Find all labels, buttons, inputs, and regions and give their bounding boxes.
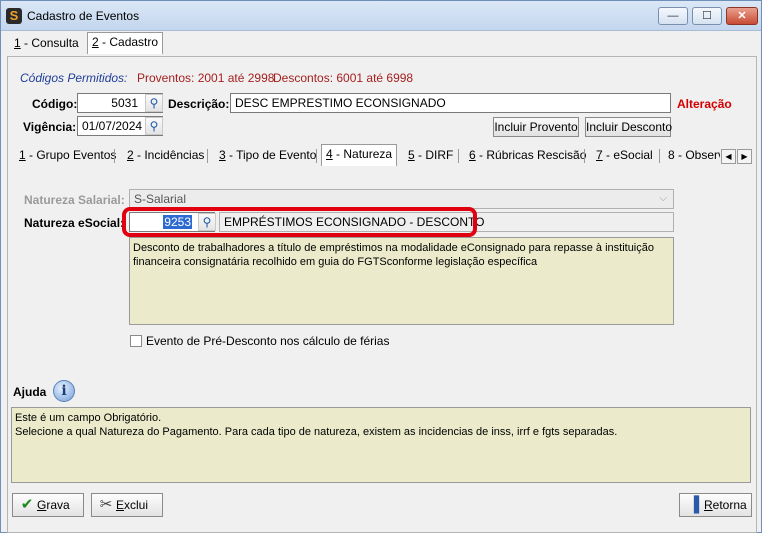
app-logo-icon: S — [6, 8, 22, 24]
exclui-label: xclui — [124, 498, 149, 512]
tabs-scroll-left-icon[interactable]: ◀ — [721, 149, 736, 164]
info-icon: i — [53, 380, 75, 402]
grava-key: G — [37, 498, 47, 512]
codigo-label: Código: — [32, 97, 78, 111]
tab-consulta[interactable]: 1 - Consulta — [10, 34, 83, 54]
retorna-key: R — [704, 498, 713, 512]
grava-label: rava — [46, 498, 70, 512]
annotation-highlight — [122, 207, 477, 237]
cadastro-eventos-window: S Cadastro de Eventos — ☐ ✕ 1 - Consulta… — [0, 0, 762, 533]
exit-door-icon: ▐ — [688, 496, 700, 513]
natureza-esocial-details: Desconto de trabalhadores a título de em… — [129, 237, 674, 325]
tab-grupo-eventos-label: - Grupo Eventos — [25, 148, 117, 162]
tab-cadastro-key: 2 — [92, 35, 99, 49]
tab-dirf[interactable]: 5 - DIRF — [404, 146, 457, 166]
tab-natureza-key: 4 — [326, 147, 333, 161]
tab-separator — [659, 149, 660, 163]
delete-icon: ✂ — [99, 496, 113, 513]
exclui-key: E — [116, 498, 125, 512]
tab-rubricas-rescisao-label: - Rúbricas Rescisão — [475, 148, 587, 162]
minimize-button[interactable]: — — [658, 7, 688, 25]
tab-separator — [316, 149, 317, 163]
exclui-button[interactable]: ✂ Exclui — [91, 493, 163, 517]
chevron-down-icon: ⌵ — [659, 193, 667, 204]
retorna-label: etorna — [712, 498, 747, 512]
tab-consulta-label: - Consulta — [20, 36, 79, 50]
tab-incidencias-label: - Incidências — [133, 148, 205, 162]
tab-rubricas-rescisao-key: 6 — [469, 148, 476, 162]
tab-observacoes-key: 8 — [668, 148, 675, 162]
ajuda-label: Ajuda — [13, 385, 47, 399]
pre-desconto-checkbox[interactable] — [130, 335, 142, 347]
incluir-provento-button[interactable]: Incluir Provento — [493, 117, 579, 137]
tab-dirf-label: - DIRF — [414, 148, 454, 162]
tab-observacoes[interactable]: 8 - Observa — [664, 146, 720, 166]
window-title: Cadastro de Eventos — [27, 9, 140, 23]
tab-esocial[interactable]: 7 - eSocial — [592, 146, 657, 166]
tab-separator — [584, 149, 585, 163]
descricao-field[interactable]: DESC EMPRESTIMO ECONSIGNADO — [230, 93, 671, 113]
tab-dirf-key: 5 — [408, 148, 415, 162]
tab-separator — [114, 149, 115, 163]
ajuda-text: Este é um campo Obrigatório. Selecione a… — [11, 407, 751, 483]
close-button[interactable]: ✕ — [726, 7, 758, 25]
tabs-scroll-right-icon[interactable]: ▶ — [737, 149, 752, 164]
tab-esocial-label: - eSocial — [602, 148, 653, 162]
title-bar[interactable]: S Cadastro de Eventos — ☐ ✕ — [1, 1, 761, 31]
tab-tipo-evento-key: 3 — [219, 148, 226, 162]
codigo-lookup-icon[interactable]: ⚲ — [145, 94, 163, 112]
tab-tipo-evento[interactable]: 3 - Tipo de Evento — [215, 146, 320, 166]
natureza-salarial-select: S-Salarial ⌵ — [129, 189, 674, 209]
tab-cadastro[interactable]: 2 - Cadastro — [87, 32, 164, 54]
incluir-desconto-button[interactable]: Incluir Desconto — [585, 117, 672, 137]
mode-status: Alteração — [677, 97, 732, 111]
tab-separator — [458, 149, 459, 163]
tab-cadastro-label: - Cadastro — [98, 35, 159, 49]
tab-incidencias[interactable]: 2 - Incidências — [123, 146, 208, 166]
pre-desconto-label: Evento de Pré-Desconto nos cálculo de fé… — [146, 334, 390, 348]
tab-grupo-eventos[interactable]: 1 - Grupo Eventos — [15, 146, 120, 166]
retorna-button[interactable]: ▐ Retorna — [679, 493, 752, 517]
tab-incidencias-key: 2 — [127, 148, 134, 162]
vigencia-label: Vigência: — [23, 120, 77, 134]
maximize-button[interactable]: ☐ — [692, 7, 722, 25]
tab-observacoes-label: - Observa — [678, 148, 720, 162]
checkmark-icon: ✔ — [20, 496, 34, 513]
tab-separator — [207, 149, 208, 163]
tab-tipo-evento-label: - Tipo de Evento — [225, 148, 317, 162]
tab-consulta-key: 1 — [14, 36, 21, 50]
tab-esocial-key: 7 — [596, 148, 603, 162]
descontos-range: Descontos: 6001 até 6998 — [273, 71, 414, 85]
tab-natureza-label: - Natureza — [332, 147, 393, 161]
tab-natureza[interactable]: 4 - Natureza — [321, 144, 398, 166]
tab-rubricas-rescisao[interactable]: 6 - Rúbricas Rescisão — [465, 146, 590, 166]
vigencia-lookup-icon[interactable]: ⚲ — [145, 117, 163, 135]
tab-grupo-eventos-key: 1 — [19, 148, 26, 162]
proventos-range: Proventos: 2001 até 2998 — [137, 71, 275, 85]
natureza-salarial-label: Natureza Salarial: — [24, 193, 125, 207]
grava-button[interactable]: ✔ Grava — [12, 493, 84, 517]
allowed-codes-label: Códigos Permitidos: — [20, 71, 128, 85]
descricao-label: Descrição: — [168, 97, 230, 111]
natureza-salarial-value: S-Salarial — [134, 192, 187, 206]
natureza-esocial-label: Natureza eSocial: — [24, 216, 125, 230]
